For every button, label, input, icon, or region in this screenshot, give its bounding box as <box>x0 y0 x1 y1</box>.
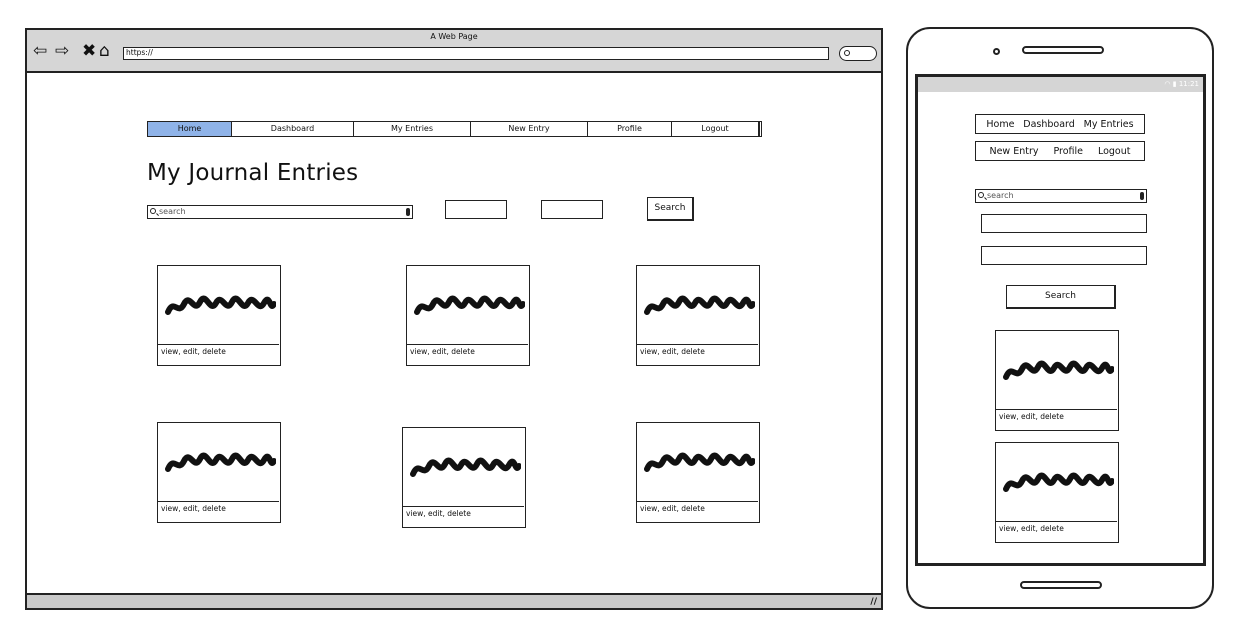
mobile-search-placeholder: search <box>987 191 1014 200</box>
card-actions[interactable]: view, edit, delete <box>637 501 758 522</box>
mobile-nav-profile[interactable]: Profile <box>1053 146 1083 157</box>
main-nav: Home Dashboard My Entries New Entry Prof… <box>147 121 762 137</box>
browser-title: A Web Page <box>430 32 478 41</box>
card-actions[interactable]: view, edit, delete <box>996 409 1117 430</box>
microphone-icon[interactable] <box>1140 192 1144 200</box>
card-actions[interactable]: view, edit, delete <box>158 501 279 522</box>
nav-tab-logout[interactable]: Logout <box>672 122 760 136</box>
phone-statusbar: ◠ ▮ 11:21 <box>918 77 1203 92</box>
search-icon <box>978 192 984 198</box>
scribble-image <box>1003 360 1114 380</box>
browser-statusbar: // <box>27 593 881 608</box>
mobile-search-button[interactable]: Search <box>1006 285 1116 309</box>
card-actions[interactable]: view, edit, delete <box>996 521 1117 542</box>
close-icon[interactable]: ✖ <box>82 42 96 60</box>
browser-window: A Web Page ⇦ ⇨ ✖ ⌂ https:// Home Dashboa… <box>25 28 883 610</box>
mobile-nav-logout[interactable]: Logout <box>1098 146 1131 157</box>
scribble-image <box>165 295 276 315</box>
phone-screen: ◠ ▮ 11:21 Home Dashboard My Entries New … <box>915 74 1206 566</box>
back-arrow-icon[interactable]: ⇦ <box>33 42 47 60</box>
search-button[interactable]: Search <box>647 197 694 221</box>
mobile-entry-card[interactable]: view, edit, delete <box>995 442 1119 543</box>
status-time: 11:21 <box>1178 80 1199 88</box>
wifi-icon: ◠ <box>1164 80 1171 88</box>
search-input[interactable]: search <box>147 205 413 219</box>
nav-tab-profile[interactable]: Profile <box>588 122 672 136</box>
phone-frame: ◠ ▮ 11:21 Home Dashboard My Entries New … <box>906 27 1214 609</box>
nav-tab-new-entry[interactable]: New Entry <box>471 122 588 136</box>
forward-arrow-icon[interactable]: ⇨ <box>55 42 69 60</box>
page-title: My Journal Entries <box>147 160 359 186</box>
mobile-search-input[interactable]: search <box>975 189 1147 203</box>
card-actions[interactable]: view, edit, delete <box>637 344 758 365</box>
entry-card[interactable]: view, edit, delete <box>157 422 281 523</box>
mobile-filter-field-1[interactable] <box>981 214 1147 233</box>
entry-card[interactable]: view, edit, delete <box>636 265 760 366</box>
mobile-nav-row-2: New Entry Profile Logout <box>975 141 1145 161</box>
mobile-nav-dashboard[interactable]: Dashboard <box>1023 119 1075 130</box>
filter-field-2[interactable] <box>541 200 603 219</box>
scribble-image <box>165 452 276 472</box>
speaker-grille <box>1022 46 1104 54</box>
browser-titlebar: A Web Page ⇦ ⇨ ✖ ⌂ https:// <box>27 30 881 73</box>
battery-icon: ▮ <box>1172 80 1177 88</box>
entry-card[interactable]: view, edit, delete <box>636 422 760 523</box>
search-icon[interactable] <box>839 46 877 61</box>
entry-card[interactable]: view, edit, delete <box>402 427 526 528</box>
mobile-entry-card[interactable]: view, edit, delete <box>995 330 1119 431</box>
camera-icon <box>993 48 1000 55</box>
mobile-filter-field-2[interactable] <box>981 246 1147 265</box>
card-actions[interactable]: view, edit, delete <box>407 344 528 365</box>
search-icon <box>150 208 156 214</box>
home-button[interactable] <box>1020 581 1102 589</box>
nav-tab-my-entries[interactable]: My Entries <box>354 122 471 136</box>
scribble-image <box>1003 472 1114 492</box>
scribble-image <box>644 452 755 472</box>
scribble-image <box>410 457 521 477</box>
search-placeholder: search <box>159 207 186 216</box>
resize-grip-icon[interactable]: // <box>870 597 877 607</box>
microphone-icon[interactable] <box>406 208 410 216</box>
entry-card[interactable]: view, edit, delete <box>157 265 281 366</box>
scribble-image <box>414 295 525 315</box>
nav-tab-dashboard[interactable]: Dashboard <box>232 122 354 136</box>
mobile-nav-row-1: Home Dashboard My Entries <box>975 114 1145 134</box>
scribble-image <box>644 295 755 315</box>
card-actions[interactable]: view, edit, delete <box>403 506 524 527</box>
entry-card[interactable]: view, edit, delete <box>406 265 530 366</box>
filter-field-1[interactable] <box>445 200 507 219</box>
card-actions[interactable]: view, edit, delete <box>158 344 279 365</box>
url-input[interactable]: https:// <box>123 47 829 60</box>
nav-tab-home[interactable]: Home <box>148 122 232 136</box>
mobile-nav-my-entries[interactable]: My Entries <box>1084 119 1134 130</box>
mobile-nav-new-entry[interactable]: New Entry <box>989 146 1038 157</box>
mobile-nav-home[interactable]: Home <box>986 119 1014 130</box>
home-icon[interactable]: ⌂ <box>99 42 110 60</box>
